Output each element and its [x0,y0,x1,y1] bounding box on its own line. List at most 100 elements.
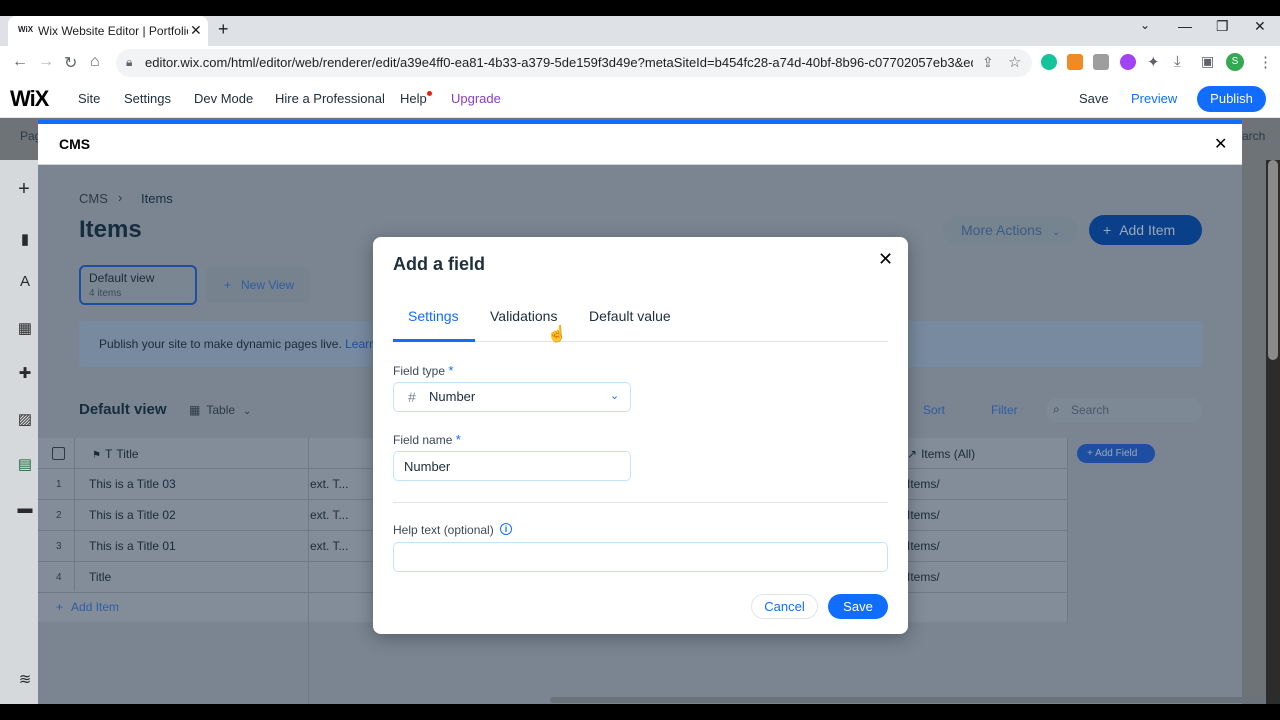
cell-items-link[interactable]: Items/ [907,508,940,522]
restore-icon[interactable]: ❐ [1216,18,1229,35]
url-text[interactable]: editor.wix.com/html/editor/web/renderer/… [145,55,973,70]
cell-text[interactable]: ext. T... [310,539,348,553]
media-icon[interactable]: ▨ [17,410,33,428]
save-button[interactable]: Save [828,594,888,619]
browser-menu-icon[interactable]: ⋮ [1258,53,1273,71]
reload-icon[interactable]: ↻ [64,53,77,73]
profile-avatar[interactable]: S [1226,53,1244,71]
new-tab-icon[interactable]: + [218,19,229,40]
tab-search-icon[interactable]: ⌄ [1140,18,1150,32]
add-elements-icon[interactable]: + [16,178,32,200]
cell-items-link[interactable]: Items/ [907,570,940,584]
letterbox-bottom [0,704,1280,720]
menu-site[interactable]: Site [78,91,100,106]
help-text-input[interactable] [393,542,888,572]
add-field-button[interactable]: + Add Field [1077,444,1155,463]
search-label-partial: arch [1242,129,1266,143]
layers-icon[interactable]: ≋ [17,670,33,688]
sort-button[interactable]: Sort [923,403,945,417]
row-number: 4 [56,572,62,583]
preview-button[interactable]: Preview [1131,91,1177,106]
column-header-title[interactable]: ⚑ T Title [92,447,139,461]
more-actions-label: More Actions [961,222,1042,238]
view-item-count: 4 items [89,288,122,299]
editor-scrollbar-thumb[interactable] [1268,160,1278,360]
minimize-icon[interactable]: — [1178,18,1192,34]
more-actions-button[interactable]: More Actions ⌄ [943,216,1077,244]
wix-logo[interactable]: WiX [10,86,49,112]
wix-favicon-icon: WiX [18,25,34,34]
required-asterisk: * [455,432,461,447]
info-icon[interactable]: i [500,523,512,535]
forward-icon[interactable]: → [38,53,54,71]
learn-more-link[interactable]: Learr [345,337,373,351]
bookmark-star-icon[interactable]: ☆ [1008,53,1021,71]
cell-title[interactable]: This is a Title 03 [89,477,176,491]
cell-title[interactable]: This is a Title 02 [89,508,176,522]
select-all-checkbox[interactable] [52,447,65,460]
design-icon[interactable]: A [17,273,33,290]
column-divider [74,438,75,591]
close-dialog-icon[interactable]: ✕ [878,249,893,270]
plus-icon: + [224,278,232,292]
column-header-items[interactable]: ↗ Items (All) [907,447,975,461]
tab-default-value[interactable]: Default value [589,308,671,324]
apps-grid-icon[interactable]: ▦ [17,319,33,337]
publish-button[interactable]: Publish [1197,86,1266,112]
rss-extension-icon[interactable] [1067,54,1083,70]
cell-text[interactable]: ext. T... [310,477,348,491]
number-hash-icon: # [408,389,416,405]
text-type-icon: T [104,447,113,461]
field-type-label-text: Field type [393,364,446,378]
cell-title[interactable]: Title [89,570,111,584]
share-icon[interactable]: ⇪ [982,54,994,71]
layout-selector[interactable]: ▦ Table ⌄ [189,403,251,417]
tab-settings[interactable]: Settings [408,308,459,324]
browser-tab[interactable]: WiX Wix Website Editor | Portfolio Ba ✕ [8,16,208,46]
cell-items-link[interactable]: Items/ [907,539,940,553]
breadcrumb-chevron-icon: › [118,190,123,205]
color-extension-icon[interactable] [1120,54,1136,70]
cell-items-link[interactable]: Items/ [907,477,940,491]
filter-button[interactable]: Filter [991,403,1018,417]
side-panel-icon[interactable]: ▣ [1201,53,1214,70]
image-extension-icon[interactable] [1093,54,1109,70]
business-icon[interactable]: ▬ [17,500,33,517]
pages-icon[interactable]: ▮ [17,230,33,248]
plus-icon: + [56,600,64,614]
breadcrumb-cms[interactable]: CMS [79,191,108,206]
close-tab-icon[interactable]: ✕ [190,22,202,39]
extensions-puzzle-icon[interactable]: ✦ [1147,53,1160,71]
grammarly-extension-icon[interactable] [1041,54,1057,70]
menu-upgrade[interactable]: Upgrade [451,91,501,106]
help-notification-dot [427,91,432,96]
menu-dev-mode[interactable]: Dev Mode [194,91,253,106]
new-view-button[interactable]: + New View [206,267,310,303]
lock-icon[interactable]: 🔒︎ [126,55,132,70]
help-text-label: Help text (optional) [393,523,494,537]
add-item-row-button[interactable]: + Add Item [56,600,119,614]
download-icon[interactable]: ⤓ [1174,53,1181,70]
back-icon[interactable]: ← [12,53,28,71]
search-input[interactable] [1046,398,1202,422]
row-number: 3 [56,541,62,552]
publish-banner-text: Publish your site to make dynamic pages … [99,337,373,351]
close-cms-icon[interactable]: ✕ [1214,134,1227,154]
add-item-button[interactable]: + Add Item [1089,215,1202,245]
plus-icon: + [1087,448,1096,459]
home-icon[interactable]: ⌂ [90,53,100,71]
save-site-button[interactable]: Save [1079,91,1109,106]
field-name-input[interactable] [393,451,631,481]
required-asterisk: * [448,363,454,378]
menu-hire-professional[interactable]: Hire a Professional [275,91,385,106]
add-apps-icon[interactable]: ✚ [17,364,33,382]
menu-help[interactable]: Help [400,91,427,106]
close-window-icon[interactable]: ✕ [1254,18,1266,35]
table-horizontal-scrollbar[interactable] [550,697,1266,703]
cancel-button[interactable]: Cancel [751,594,818,619]
tab-validations[interactable]: Validations [490,308,557,324]
menu-settings[interactable]: Settings [124,91,171,106]
cell-text[interactable]: ext. T... [310,508,348,522]
cms-icon[interactable]: ▤ [17,455,33,473]
cell-title[interactable]: This is a Title 01 [89,539,176,553]
